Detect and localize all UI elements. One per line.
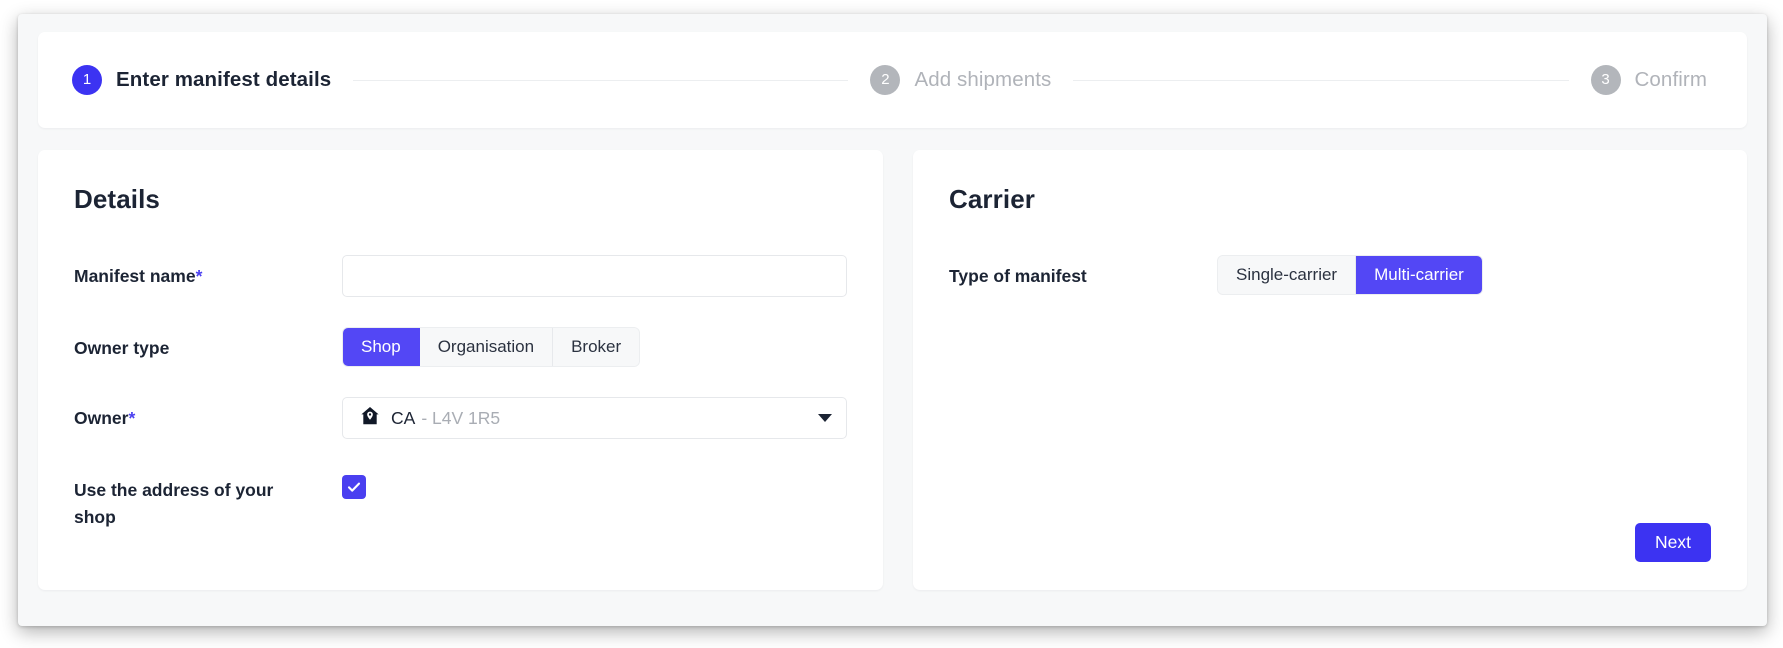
- owner-type-option-organisation[interactable]: Organisation: [420, 328, 553, 366]
- screenshot-viewport: 1 Enter manifest details 2 Add shipments…: [0, 0, 1783, 648]
- chevron-down-icon: [818, 414, 832, 422]
- use-shop-address-row: Use the address of your shop: [74, 469, 847, 531]
- stepper-step-3[interactable]: 3 Confirm: [1591, 65, 1707, 95]
- stepper-step-1[interactable]: 1 Enter manifest details: [72, 65, 331, 95]
- stepper: 1 Enter manifest details 2 Add shipments…: [38, 32, 1747, 128]
- manifest-name-required-marker: *: [196, 266, 203, 286]
- owner-value-primary: CA: [391, 408, 415, 429]
- next-button[interactable]: Next: [1635, 523, 1711, 563]
- manifest-name-row: Manifest name*: [74, 255, 847, 297]
- owner-type-option-broker[interactable]: Broker: [553, 328, 639, 366]
- stepper-step-2[interactable]: 2 Add shipments: [870, 65, 1051, 95]
- manifest-name-input[interactable]: [342, 255, 847, 297]
- owner-value-secondary: - L4V 1R5: [421, 408, 500, 429]
- owner-select[interactable]: CA - L4V 1R5: [342, 397, 847, 439]
- step-2-label: Add shipments: [914, 68, 1051, 92]
- manifest-name-label: Manifest name*: [74, 255, 342, 290]
- type-of-manifest-option-single-carrier[interactable]: Single-carrier: [1218, 256, 1356, 294]
- owner-label-text: Owner: [74, 408, 128, 428]
- type-of-manifest-option-multi-carrier[interactable]: Multi-carrier: [1356, 256, 1482, 294]
- type-of-manifest-row: Type of manifest Single-carrier Multi-ca…: [949, 255, 1711, 295]
- owner-type-row: Owner type Shop Organisation Broker: [74, 327, 847, 367]
- owner-row: Owner* CA - L4V 1R5: [74, 397, 847, 439]
- details-panel: Details Manifest name* Owner type Shop O…: [38, 150, 883, 590]
- check-icon: [346, 479, 362, 495]
- owner-type-option-shop[interactable]: Shop: [343, 328, 420, 366]
- app-frame: 1 Enter manifest details 2 Add shipments…: [18, 14, 1767, 626]
- use-shop-address-checkbox[interactable]: [342, 475, 366, 499]
- carrier-panel: Carrier Type of manifest Single-carrier …: [913, 150, 1747, 590]
- stepper-connector-1: [353, 80, 848, 81]
- owner-type-label: Owner type: [74, 327, 342, 362]
- step-3-badge: 3: [1591, 65, 1621, 95]
- type-of-manifest-segmented-control: Single-carrier Multi-carrier: [1217, 255, 1483, 295]
- type-of-manifest-label: Type of manifest: [949, 255, 1217, 290]
- step-1-badge: 1: [72, 65, 102, 95]
- panels-container: Details Manifest name* Owner type Shop O…: [38, 150, 1747, 590]
- step-2-badge: 2: [870, 65, 900, 95]
- owner-label: Owner*: [74, 397, 342, 432]
- use-shop-address-label: Use the address of your shop: [74, 469, 304, 531]
- manifest-name-label-text: Manifest name: [74, 266, 196, 286]
- owner-required-marker: *: [128, 408, 135, 428]
- carrier-panel-title: Carrier: [949, 184, 1711, 215]
- details-panel-title: Details: [74, 184, 847, 215]
- step-3-label: Confirm: [1635, 68, 1707, 92]
- owner-type-segmented-control: Shop Organisation Broker: [342, 327, 640, 367]
- stepper-connector-2: [1073, 80, 1568, 81]
- step-1-label: Enter manifest details: [116, 68, 331, 92]
- shop-location-icon: [359, 405, 381, 432]
